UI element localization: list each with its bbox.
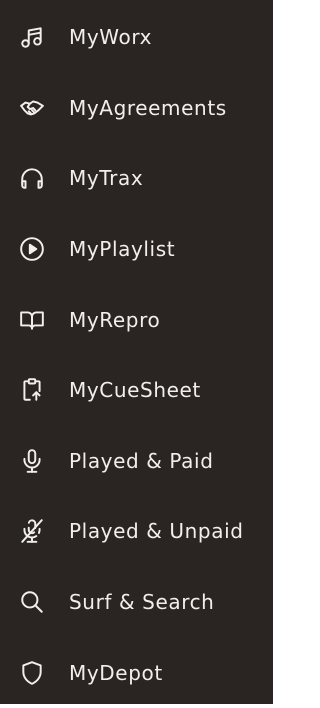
sidebar-item-myplaylist[interactable]: MyPlaylist [0, 214, 273, 285]
sidebar-item-played-paid[interactable]: Played & Paid [0, 426, 273, 497]
sidebar-item-surf-search[interactable]: Surf & Search [0, 567, 273, 638]
shield-icon [17, 658, 47, 688]
sidebar-item-label: MyDepot [69, 660, 163, 685]
sidebar-item-label: Surf & Search [69, 590, 215, 615]
headphones-icon [17, 163, 47, 193]
sidebar-item-label: MyAgreements [69, 95, 227, 120]
sidebar-item-mydepot[interactable]: MyDepot [0, 637, 273, 708]
sidebar-item-label: MyCueSheet [69, 378, 201, 403]
book-open-icon [17, 305, 47, 335]
sidebar-item-label: Played & Unpaid [69, 519, 244, 544]
microphone-icon [17, 446, 47, 476]
clipboard-upload-icon [17, 375, 47, 405]
sidebar-item-label: MyRepro [69, 307, 161, 332]
sidebar-item-label: MyTrax [69, 166, 144, 191]
page-background-edge [273, 0, 280, 704]
sidebar-item-myworx[interactable]: MyWorx [0, 2, 273, 73]
sidebar-item-label: MyPlaylist [69, 237, 176, 262]
sidebar-item-mytrax[interactable]: MyTrax [0, 143, 273, 214]
search-icon [17, 587, 47, 617]
sidebar-item-myagreements[interactable]: MyAgreements [0, 73, 273, 144]
sidebar-item-played-unpaid[interactable]: Played & Unpaid [0, 496, 273, 567]
sidebar-item-mycuesheet[interactable]: MyCueSheet [0, 355, 273, 426]
handshake-icon [17, 93, 47, 123]
sidebar-item-myrepro[interactable]: MyRepro [0, 284, 273, 355]
music-note-icon [17, 22, 47, 52]
sidebar-item-label: MyWorx [69, 25, 153, 50]
microphone-off-icon [17, 516, 47, 546]
sidebar-item-label: Played & Paid [69, 448, 214, 473]
sidebar-menu: MyWorx MyAgreements MyTrax MyPlaylist My… [0, 0, 273, 704]
play-circle-icon [17, 234, 47, 264]
